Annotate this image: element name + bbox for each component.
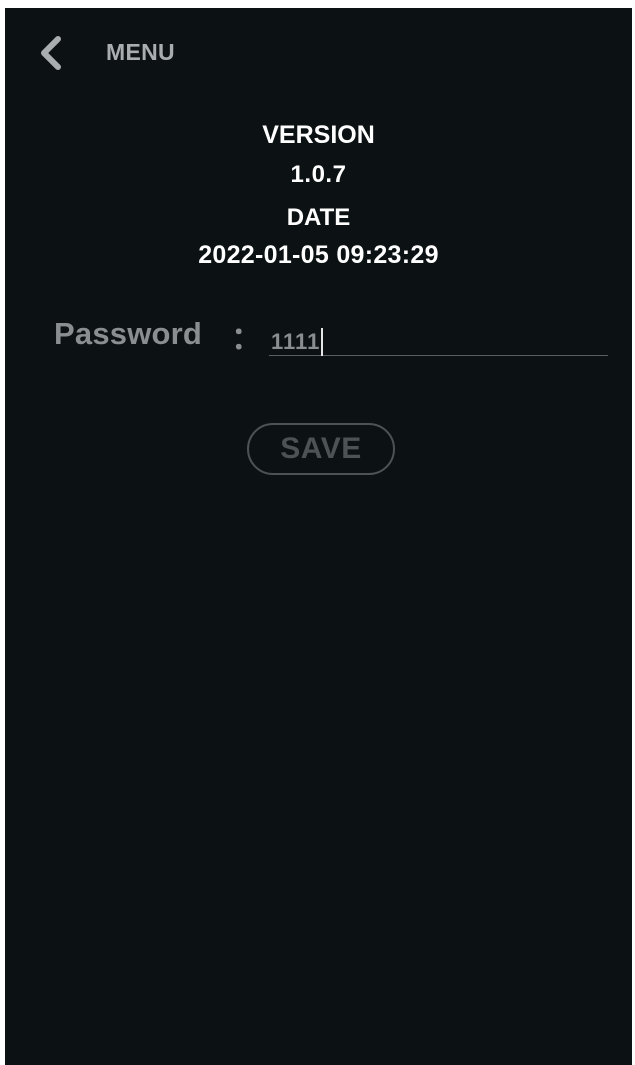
password-colon: ： (231, 321, 262, 356)
menu-title[interactable]: MENU (106, 39, 175, 66)
back-button[interactable] (27, 30, 75, 76)
date-value: 2022-01-05 09:23:29 (198, 241, 439, 269)
chevron-left-icon (41, 36, 61, 70)
save-button[interactable]: SAVE (247, 423, 395, 475)
date-heading: DATE (286, 204, 351, 231)
password-input[interactable]: 1111 (269, 326, 608, 356)
app-screen: MENU VERSION 1.0.7 DATE 2022-01-05 09:23… (5, 8, 632, 1065)
password-label: Password (54, 316, 203, 351)
top-bar: MENU (5, 8, 632, 98)
text-cursor (321, 328, 324, 356)
password-value: 1111 (271, 329, 321, 354)
version-heading: VERSION (262, 121, 375, 149)
version-value: 1.0.7 (290, 161, 347, 188)
